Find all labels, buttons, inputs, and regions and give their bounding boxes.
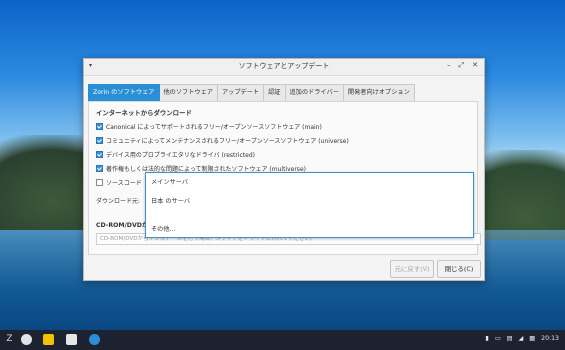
close-icon[interactable]: ✕ [472,61,478,70]
server-option-main[interactable]: メインサーバ [151,177,188,186]
checkbox-checked-icon[interactable] [96,137,103,144]
repo-restricted-label: デバイス用のプロプライエタリなドライバ (restricted) [106,152,256,159]
software-store-icon[interactable] [43,334,54,345]
files-icon[interactable] [66,334,77,345]
tab-other-software[interactable]: 他のソフトウェア [159,84,218,102]
checkbox-checked-icon[interactable] [96,151,103,158]
server-option-other[interactable]: その他... [151,224,175,233]
server-option-japan[interactable]: 日本 のサーバ [151,196,190,205]
clock[interactable]: 20:13 [541,335,559,342]
tab-developer-options[interactable]: 開発者向けオプション [343,84,415,102]
minimize-icon[interactable]: – [447,61,451,70]
battery-icon[interactable]: ▮ [485,335,488,342]
tab-bar: Zorin のソフトウェア 他のソフトウェア アップデート 認証 追加のドライバ… [88,84,415,102]
repo-universe-label: コミュニティによってメンテナンスされるフリー/オープンソースソフトウェア (un… [106,138,349,145]
notification-icon[interactable]: ▦ [529,335,535,342]
network-icon[interactable]: ▤ [507,335,513,342]
repo-restricted-checkbox[interactable]: デバイス用のプロプライエタリなドライバ (restricted) [96,150,255,159]
download-from-label: ダウンロード元: [96,198,141,205]
tab-updates[interactable]: アップデート [218,84,265,102]
software-updates-app-icon[interactable] [89,334,100,345]
revert-button[interactable]: 元に戻す(V) [390,260,434,278]
internet-section-title: インターネットからダウンロード [96,109,192,117]
volume-icon[interactable]: ◢ [519,335,524,342]
display-icon[interactable]: ▭ [495,335,501,342]
zorin-menu-icon[interactable]: Z [4,334,15,345]
source-code-label: ソースコード [106,180,142,187]
taskbar: Z ▮ ▭ ▤ ◢ ▦ 20:13 [0,330,565,350]
system-tray: ▮ ▭ ▤ ◢ ▦ 20:13 [485,335,559,342]
repo-universe-checkbox[interactable]: コミュニティによってメンテナンスされるフリー/オープンソースソフトウェア (un… [96,136,349,145]
tab-zorin-software[interactable]: Zorin のソフトウェア [88,84,160,102]
repo-main-label: Canonical によってサポートされるフリー/オープンソースソフトウェア (… [106,124,322,131]
tab-additional-drivers[interactable]: 追加のドライバー [285,84,344,102]
checkbox-checked-icon[interactable] [96,123,103,130]
maximize-icon[interactable]: ⤢ [459,61,465,70]
window-title: ソフトウェアとアップデート [238,62,330,70]
browser-icon[interactable] [21,334,32,345]
window-titlebar[interactable]: ▾ ソフトウェアとアップデート – ⤢ ✕ [84,59,484,76]
tab-authentication[interactable]: 認証 [264,84,286,102]
checkbox-unchecked-icon[interactable] [96,179,103,186]
close-button[interactable]: 閉じる(C) [437,260,481,278]
source-code-checkbox[interactable]: ソースコード [96,178,142,187]
server-dropdown-menu: メインサーバ 日本 のサーバ その他... [145,172,474,238]
software-updates-window: ▾ ソフトウェアとアップデート – ⤢ ✕ Zorin のソフトウェア 他のソフ… [83,58,485,281]
checkbox-checked-icon[interactable] [96,165,103,172]
repo-main-checkbox[interactable]: Canonical によってサポートされるフリー/オープンソースソフトウェア (… [96,122,322,131]
